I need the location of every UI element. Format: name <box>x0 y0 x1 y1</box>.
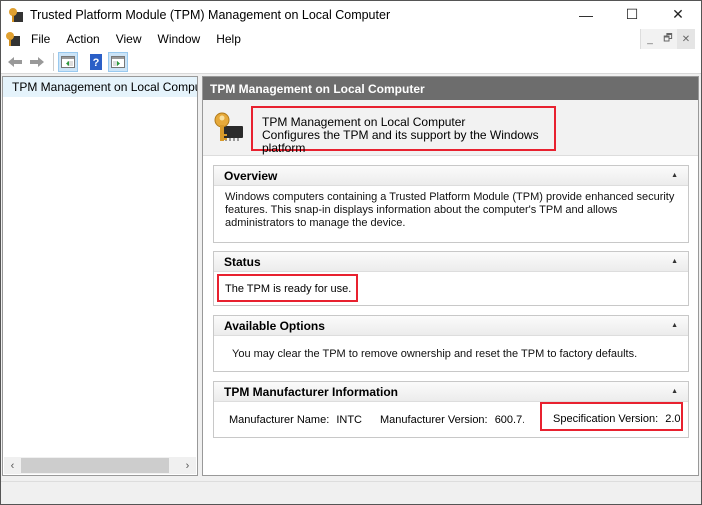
menu-help[interactable]: Help <box>208 32 249 46</box>
manufacturer-version: Manufacturer Version: 600.7.0.( <box>380 414 524 426</box>
child-minimize-button[interactable]: _ <box>641 29 659 49</box>
status-title: Status <box>224 254 261 269</box>
specification-version: Specification Version: 2.0 <box>540 402 683 431</box>
menu-window[interactable]: Window <box>150 32 209 46</box>
window-title: Trusted Platform Module (TPM) Management… <box>30 7 391 22</box>
scrollbar-thumb[interactable] <box>21 458 169 473</box>
menu-view[interactable]: View <box>108 32 150 46</box>
forward-button[interactable] <box>27 52 47 72</box>
title-bar: Trusted Platform Module (TPM) Management… <box>1 1 701 28</box>
overview-header[interactable]: Overview ▲ <box>214 166 688 186</box>
status-bar <box>1 481 701 504</box>
forward-arrow-icon <box>30 56 44 67</box>
available-options-section: Available Options ▲ You may clear the TP… <box>213 315 689 372</box>
overview-section: Overview ▲ Windows computers containing … <box>213 165 689 243</box>
result-pane-header: TPM Management on Local Computer <box>203 77 698 100</box>
show-hide-action-pane-icon <box>111 55 125 68</box>
show-hide-console-tree-icon <box>61 55 75 68</box>
manufacturer-name-value: INTC <box>336 414 362 426</box>
svg-text:?: ? <box>93 57 100 69</box>
maximize-button[interactable]: ☐ <box>609 1 655 28</box>
mmc-window: Trusted Platform Module (TPM) Management… <box>0 0 702 505</box>
toolbar-separator <box>53 52 54 71</box>
console-icon[interactable] <box>5 31 21 47</box>
available-options-title: Available Options <box>224 318 325 333</box>
tree-item-label: TPM Management on Local Compu <box>12 80 198 94</box>
manufacturer-name-label: Manufacturer Name: <box>229 414 330 426</box>
help-button[interactable]: ? <box>86 52 106 72</box>
menu-bar: File Action View Window Help _ 🗗 ✕ <box>1 28 701 50</box>
status-text: The TPM is ready for use. <box>217 274 358 302</box>
back-arrow-icon <box>8 56 22 67</box>
child-close-button[interactable]: ✕ <box>677 29 695 49</box>
show-hide-action-pane-button[interactable] <box>108 51 128 72</box>
available-options-header[interactable]: Available Options ▲ <box>214 316 688 336</box>
manufacturer-version-value: 600.7.0.( <box>494 414 524 426</box>
help-icon: ? <box>90 53 102 70</box>
banner-highlight: TPM Management on Local Computer Configu… <box>251 106 556 155</box>
scroll-right-arrow[interactable]: › <box>179 460 196 472</box>
collapse-icon[interactable]: ▲ <box>671 258 678 265</box>
snapin-banner: TPM Management on Local Computer Configu… <box>203 100 698 156</box>
collapse-icon[interactable]: ▲ <box>671 388 678 395</box>
child-restore-button[interactable]: 🗗 <box>659 29 677 49</box>
manufacturer-info-section: TPM Manufacturer Information ▲ Manufactu… <box>213 381 689 438</box>
menu-file[interactable]: File <box>23 32 58 46</box>
console-tree: TPM Management on Local Compu ‹ › <box>2 76 198 476</box>
close-button[interactable]: ✕ <box>655 1 701 28</box>
collapse-icon[interactable]: ▲ <box>671 172 678 179</box>
specification-version-label: Specification Version: <box>553 413 659 425</box>
scroll-left-arrow[interactable]: ‹ <box>4 460 21 472</box>
status-section: Status ▲ The TPM is ready for use. <box>213 251 689 306</box>
show-hide-console-tree-button[interactable] <box>58 51 78 72</box>
overview-title: Overview <box>224 168 278 183</box>
manufacturer-info-title: TPM Manufacturer Information <box>224 384 399 399</box>
available-options-text: You may clear the TPM to remove ownershi… <box>232 348 638 360</box>
collapse-icon[interactable]: ▲ <box>671 322 678 329</box>
status-header[interactable]: Status ▲ <box>214 252 688 272</box>
minimize-button[interactable]: — <box>563 1 609 28</box>
result-pane: TPM Management on Local Computer TPM Man… <box>202 76 699 476</box>
tpm-app-icon <box>8 7 24 23</box>
horizontal-scrollbar[interactable]: ‹ › <box>4 457 196 474</box>
manufacturer-info-header[interactable]: TPM Manufacturer Information ▲ <box>214 382 688 402</box>
toolbar: ? <box>1 50 701 74</box>
manufacturer-name: Manufacturer Name: INTC <box>229 414 362 426</box>
overview-text: Windows computers containing a Trusted P… <box>225 191 675 229</box>
menu-action[interactable]: Action <box>58 32 107 46</box>
specification-version-value: 2.0 <box>665 413 681 425</box>
banner-subtitle: Configures the TPM and its support by th… <box>262 128 539 155</box>
tree-item-tpm-management[interactable]: TPM Management on Local Compu <box>3 77 197 97</box>
back-button[interactable] <box>5 52 25 72</box>
manufacturer-version-label: Manufacturer Version: <box>380 414 488 426</box>
tpm-key-chip-icon <box>213 112 243 142</box>
